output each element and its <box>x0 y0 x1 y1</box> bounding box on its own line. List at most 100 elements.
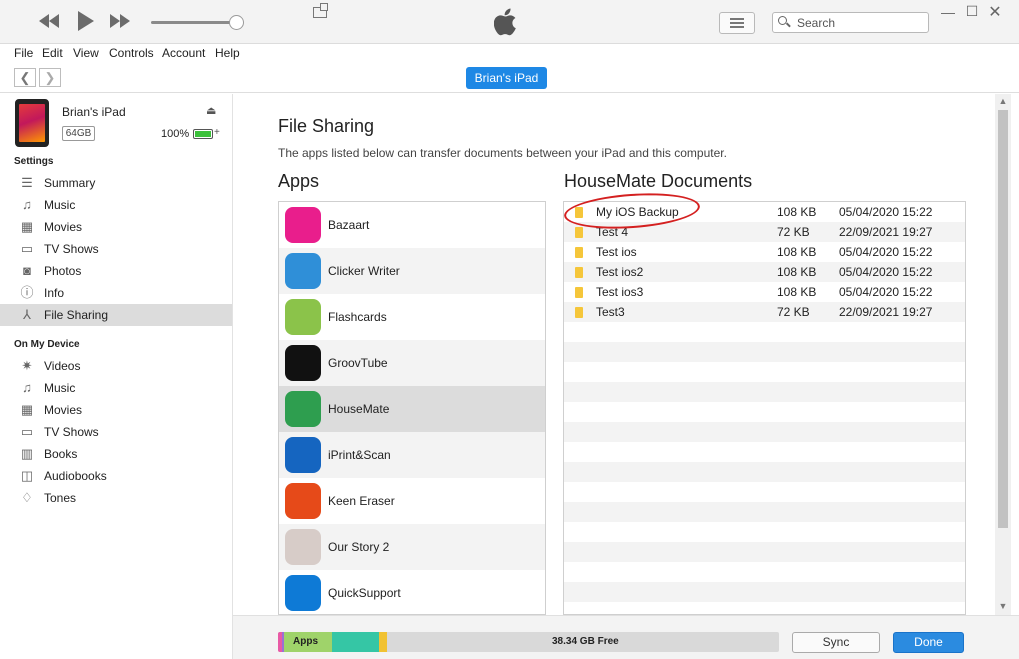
app-name: iPrint&Scan <box>328 448 391 462</box>
music-icon: ♫ <box>22 380 32 395</box>
sidebar-item-audiobooks[interactable]: ◫ Audiobooks <box>0 465 232 487</box>
sidebar-item-label: Tones <box>44 491 77 505</box>
scrollbar-thumb[interactable] <box>998 110 1008 528</box>
gear-icon: ✷ <box>21 358 33 373</box>
sync-button[interactable]: Sync <box>792 632 880 653</box>
volume-slider-track[interactable] <box>151 21 235 24</box>
app-name: Our Story 2 <box>328 540 390 554</box>
menu-file[interactable]: File <box>14 46 33 60</box>
storage-free-label: 38.34 GB Free <box>552 636 619 647</box>
sidebar-item-summary[interactable]: ☰ Summary <box>0 172 232 194</box>
document-name: Test ios3 <box>596 285 644 299</box>
sidebar-item-movies[interactable]: ▦ Movies <box>0 399 232 421</box>
sidebar-item-info[interactable]: ⓘ Info <box>0 282 232 304</box>
menu-account[interactable]: Account <box>162 46 205 60</box>
play-icon[interactable] <box>77 10 95 36</box>
menu-edit[interactable]: Edit <box>42 46 63 60</box>
document-row[interactable]: Test ios3 108 KB 05/04/2020 15:22 <box>564 282 965 302</box>
app-icon <box>285 483 321 519</box>
empty-row <box>564 542 965 562</box>
search-field[interactable] <box>772 12 929 33</box>
document-date: 05/04/2020 15:22 <box>839 265 933 279</box>
app-name: Flashcards <box>328 310 387 324</box>
device-button[interactable]: Brian's iPad <box>466 67 547 89</box>
scroll-up-icon[interactable]: ▲ <box>997 96 1009 106</box>
app-row-bazaart[interactable]: Bazaart <box>279 202 545 248</box>
miniplayer-icon[interactable] <box>313 3 328 18</box>
file-sharing-icon: ⅄ <box>23 307 31 322</box>
empty-row <box>564 562 965 582</box>
sidebar-item-label: Info <box>44 286 65 300</box>
folder-icon <box>575 267 583 278</box>
rewind-icon[interactable] <box>38 12 60 34</box>
app-name: Clicker Writer <box>328 264 400 278</box>
search-input[interactable] <box>797 15 925 30</box>
app-icon <box>285 207 321 243</box>
back-button[interactable]: ❮ <box>14 68 36 87</box>
sidebar-item-books[interactable]: ▥ Books <box>0 443 232 465</box>
sidebar-item-music[interactable]: ♫ Music <box>0 194 232 216</box>
document-date: 22/09/2021 19:27 <box>839 225 933 239</box>
sidebar-item-tones[interactable]: ♢ Tones <box>0 487 232 509</box>
document-row[interactable]: Test ios 108 KB 05/04/2020 15:22 <box>564 242 965 262</box>
movies-icon: ▦ <box>20 219 34 234</box>
apps-heading: Apps <box>278 171 320 191</box>
info-icon: ⓘ <box>20 285 34 300</box>
empty-row <box>564 482 965 502</box>
sidebar-item-videos[interactable]: ✷ Videos <box>0 355 232 377</box>
page-description: The apps listed below can transfer docum… <box>278 146 727 160</box>
eject-icon[interactable]: ⏏ <box>206 104 216 117</box>
empty-row <box>564 402 965 422</box>
document-size: 108 KB <box>777 205 817 219</box>
minimize-icon[interactable]: — <box>940 4 956 20</box>
done-button[interactable]: Done <box>893 632 964 653</box>
sidebar-item-label: TV Shows <box>44 425 99 439</box>
document-size: 72 KB <box>777 305 810 319</box>
document-date: 22/09/2021 19:27 <box>839 305 933 319</box>
empty-row <box>564 582 965 602</box>
document-row[interactable]: Test ios2 108 KB 05/04/2020 15:22 <box>564 262 965 282</box>
app-row-flashcards[interactable]: Flashcards <box>279 294 545 340</box>
volume-slider-knob[interactable] <box>229 15 244 30</box>
sidebar-item-music[interactable]: ♫ Music <box>0 377 232 399</box>
app-row-groovtube[interactable]: GroovTube <box>279 340 545 386</box>
app-name: Keen Eraser <box>328 494 395 508</box>
app-row-housemate[interactable]: HouseMate <box>279 386 545 432</box>
menu-view[interactable]: View <box>73 46 99 60</box>
sidebar-item-photos[interactable]: ◙ Photos <box>0 260 232 282</box>
app-icon <box>285 437 321 473</box>
apple-logo-icon <box>493 7 518 37</box>
menu-help[interactable]: Help <box>215 46 240 60</box>
app-name: QuickSupport <box>328 586 401 600</box>
document-name: Test ios <box>596 245 637 259</box>
app-row-our-story-2[interactable]: Our Story 2 <box>279 524 545 570</box>
battery-percent: 100% <box>161 128 190 140</box>
sidebar-item-tv-shows[interactable]: ▭ TV Shows <box>0 421 232 443</box>
sidebar-item-label: Movies <box>44 220 83 234</box>
close-icon[interactable]: ✕ <box>987 2 1003 22</box>
storage-apps-label: Apps <box>293 636 318 647</box>
fast-forward-icon[interactable] <box>109 12 131 34</box>
storage-segment-documents <box>331 632 380 652</box>
app-row-keen-eraser[interactable]: Keen Eraser <box>279 478 545 524</box>
vertical-scrollbar[interactable]: ▲ ▼ <box>995 94 1011 615</box>
app-icon <box>285 299 321 335</box>
on-my-device-heading: On My Device <box>14 339 80 350</box>
scroll-down-icon[interactable]: ▼ <box>997 601 1009 611</box>
settings-heading: Settings <box>14 156 54 167</box>
app-row-clicker-writer[interactable]: Clicker Writer <box>279 248 545 294</box>
empty-row <box>564 442 965 462</box>
app-row-iprint-scan[interactable]: iPrint&Scan <box>279 432 545 478</box>
sidebar-item-file-sharing[interactable]: ⅄ File Sharing <box>0 304 232 326</box>
sidebar-item-movies[interactable]: ▦ Movies <box>0 216 232 238</box>
forward-button[interactable]: ❯ <box>39 68 61 87</box>
document-row[interactable]: Test3 72 KB 22/09/2021 19:27 <box>564 302 965 322</box>
folder-icon <box>575 247 583 258</box>
capacity-badge: 64GB <box>62 126 95 141</box>
sidebar-item-tv-shows[interactable]: ▭ TV Shows <box>0 238 232 260</box>
menu-controls[interactable]: Controls <box>109 46 154 60</box>
up-next-list-button[interactable] <box>719 12 755 34</box>
folder-icon <box>575 307 583 318</box>
app-row-quicksupport[interactable]: QuickSupport <box>279 570 545 614</box>
maximize-icon[interactable]: ☐ <box>964 3 980 20</box>
